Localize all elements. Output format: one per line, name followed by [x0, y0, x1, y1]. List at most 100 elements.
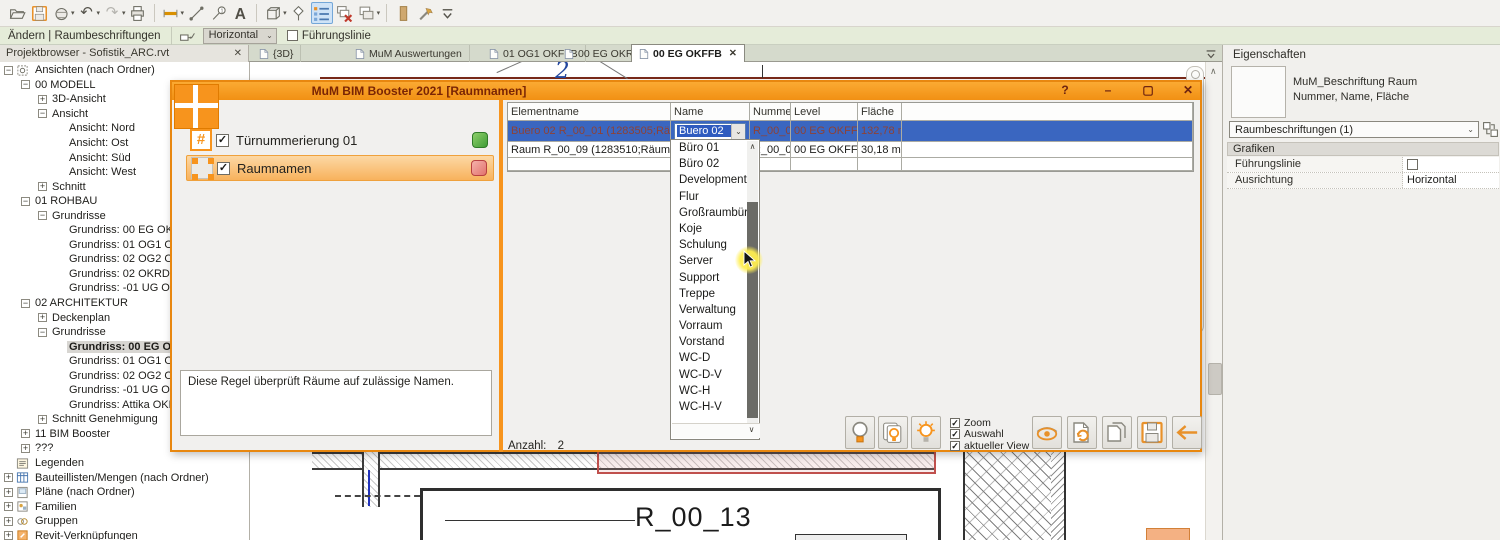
table-header[interactable] — [902, 103, 1193, 121]
table-header[interactable]: Fläche — [858, 103, 902, 121]
rule-item-raumnamen[interactable]: ✓Raumnamen — [186, 155, 494, 181]
checkbox-zoom[interactable]: ✓Zoom — [950, 417, 991, 428]
scroll-up-icon[interactable]: ∧ — [747, 142, 758, 154]
highlight-all-bulbs-button[interactable] — [878, 416, 908, 449]
table-header[interactable]: Elementname — [508, 103, 671, 121]
visibility-list-icon[interactable] — [311, 2, 333, 24]
tree-expander-collapsed[interactable]: + — [38, 95, 47, 104]
copy-documents-button[interactable] — [1102, 416, 1132, 449]
close-button[interactable]: ✕ — [1178, 82, 1198, 100]
canvas-scrollbar[interactable]: ∧ — [1205, 62, 1222, 540]
open-icon[interactable] — [7, 3, 27, 23]
cell-extra[interactable] — [902, 121, 1193, 142]
text-icon[interactable]: A — [230, 3, 250, 23]
cell-elementname[interactable]: Raum R_00_09 (1283510;Räume) — [508, 142, 671, 158]
close-hidden-windows-icon[interactable] — [335, 3, 355, 23]
tree-expander-collapsed[interactable]: + — [4, 488, 13, 497]
dropdown-option[interactable]: Koje — [671, 221, 759, 237]
save-icon[interactable] — [29, 3, 49, 23]
dropdown-option[interactable]: WC-H — [671, 383, 759, 399]
tree-expander-expanded[interactable]: − — [38, 109, 47, 118]
leader-checkbox[interactable] — [287, 30, 298, 41]
rule-item-t-rnummerierung-01[interactable]: #✓Türnummerierung 01 — [186, 127, 494, 153]
tree-expander-expanded[interactable]: − — [38, 211, 47, 220]
tree-item[interactable]: +Familien — [0, 499, 249, 514]
marker-icon[interactable] — [289, 3, 309, 23]
dropdown-option[interactable]: Vorraum — [671, 318, 759, 334]
checkbox-auswahl[interactable]: ✓Auswahl — [950, 429, 1004, 440]
tree-expander-collapsed[interactable]: + — [4, 531, 13, 540]
bulb-lit-button[interactable] — [911, 416, 941, 449]
tag-icon[interactable]: 1 — [208, 3, 228, 23]
dropdown-option[interactable]: Flur — [671, 189, 759, 205]
tree-expander-collapsed[interactable]: + — [38, 313, 47, 322]
table-header[interactable]: Nummer — [750, 103, 791, 121]
project-browser-header[interactable]: Projektbrowser - Sofistik_ARC.rvt ✕ — [0, 45, 249, 62]
scroll-down-icon[interactable]: ∨ — [746, 425, 757, 438]
cell-level[interactable]: 00 EG OKFFB — [791, 142, 858, 158]
cell-extra[interactable] — [902, 142, 1193, 158]
dropdown-caret-icon[interactable]: ▾ — [97, 9, 101, 17]
tree-expander-expanded[interactable]: − — [21, 197, 30, 206]
view-tab-mum-auswertungen[interactable]: MuM Auswertungen — [348, 45, 470, 62]
tree-item[interactable]: +Bauteillisten/Mengen (nach Ordner) — [0, 470, 249, 485]
chevron-down-icon[interactable]: ⌄ — [731, 124, 745, 139]
scrollbar-thumb[interactable] — [1208, 363, 1222, 395]
print-icon[interactable] — [128, 3, 148, 23]
tree-item[interactable]: −Ansichten (nach Ordner) — [0, 63, 249, 78]
dropdown-option[interactable]: WC-H-V — [671, 399, 759, 415]
property-value[interactable] — [1403, 157, 1499, 172]
tree-expander-expanded[interactable]: − — [21, 80, 30, 89]
cascade-windows-icon[interactable] — [357, 3, 377, 23]
dropdown-option[interactable]: Verwaltung — [671, 302, 759, 318]
tree-expander-collapsed[interactable]: + — [38, 415, 47, 424]
dropdown-option[interactable]: Großraumbüro — [671, 205, 759, 221]
tree-item[interactable]: +Pläne (nach Ordner) — [0, 485, 249, 500]
tree-expander-collapsed[interactable]: + — [4, 473, 13, 482]
column-icon[interactable] — [393, 3, 413, 23]
view-tab-00-eg-okffb[interactable]: 00 EG OKFFB✕ — [631, 44, 745, 62]
box-3d-icon[interactable] — [263, 3, 283, 23]
tools-icon[interactable] — [415, 3, 435, 23]
tree-item[interactable]: +Revit-Verknüpfungen — [0, 529, 249, 540]
dropdown-caret-icon[interactable]: ▾ — [71, 9, 75, 17]
dropdown-option[interactable]: Development — [671, 172, 759, 188]
dropdown-option[interactable]: WC-D — [671, 350, 759, 366]
tree-expander-expanded[interactable]: − — [38, 328, 47, 337]
cell-level[interactable] — [791, 158, 858, 171]
home-3d-icon[interactable] — [51, 3, 71, 23]
view-tab--3d-[interactable]: {3D} — [252, 45, 301, 62]
rule-checkbox[interactable]: ✓ — [217, 162, 230, 175]
cell-flaeche[interactable] — [858, 158, 902, 171]
dropdown-option[interactable]: Vorstand — [671, 334, 759, 350]
tab-overflow-icon[interactable] — [1204, 47, 1218, 60]
cell-flaeche[interactable]: 132,78 m² — [858, 121, 902, 142]
highlight-bulb-button[interactable] — [845, 416, 875, 449]
tree-expander-collapsed[interactable]: + — [21, 444, 30, 453]
refresh-document-button[interactable] — [1067, 416, 1097, 449]
tree-expander-collapsed[interactable]: + — [21, 429, 30, 438]
scroll-up-icon[interactable]: ∧ — [1210, 66, 1217, 77]
type-preview[interactable] — [1231, 66, 1286, 118]
name-combobox[interactable]: Buero 02⌄ — [674, 123, 746, 140]
cell-elementname[interactable] — [508, 158, 671, 171]
back-arrow-button[interactable] — [1172, 416, 1202, 449]
dropdown-option[interactable]: WC-D-V — [671, 367, 759, 383]
table-header[interactable]: Level — [791, 103, 858, 121]
cell-flaeche[interactable]: 30,18 m² — [858, 142, 902, 158]
orientation-dropdown[interactable]: Horizontal ⌄ — [203, 28, 277, 44]
dialog-titlebar[interactable]: MuM BIM Booster 2021 [Raumnamen] ?–▢✕ — [172, 82, 1200, 100]
dropdown-caret-icon[interactable]: ▾ — [283, 9, 287, 17]
cell-extra[interactable] — [902, 158, 1193, 171]
type-selector-icon[interactable] — [1482, 121, 1499, 138]
dropdown-option[interactable]: Treppe — [671, 286, 759, 302]
dimension-icon[interactable] — [186, 3, 206, 23]
tree-expander-collapsed[interactable]: + — [38, 182, 47, 191]
measure-icon[interactable] — [161, 3, 181, 23]
section-grafiken[interactable]: Grafiken — [1227, 142, 1499, 156]
tree-item[interactable]: Legenden — [0, 456, 249, 471]
help-button[interactable]: ? — [1055, 82, 1075, 100]
dropdown-caret-icon[interactable]: ▾ — [122, 9, 126, 17]
tree-expander-expanded[interactable]: − — [4, 66, 13, 75]
redo-icon[interactable]: ↷ — [102, 3, 122, 23]
